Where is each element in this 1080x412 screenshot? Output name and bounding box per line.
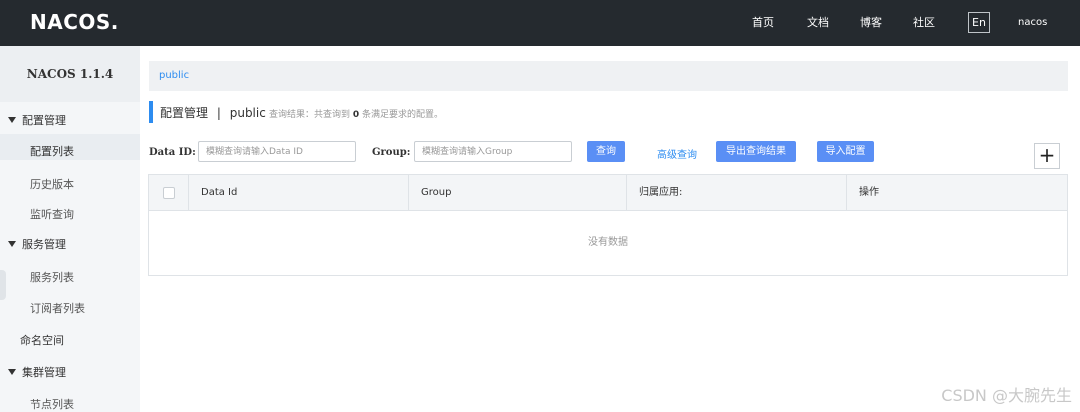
select-all-cell xyxy=(149,175,189,211)
language-toggle-button[interactable]: En xyxy=(968,12,990,33)
result-count: 0 xyxy=(352,110,360,120)
sidebar-item-listener-query[interactable]: 监听查询 xyxy=(30,206,74,222)
nav-docs-link[interactable]: 文档 xyxy=(807,0,829,46)
title-separator: | xyxy=(216,106,221,120)
add-config-button[interactable]: + xyxy=(1034,143,1060,169)
sidebar: NACOS 1.1.4 配置管理 配置列表 历史版本 监听查询 服务管理 服务列… xyxy=(0,46,140,412)
user-name[interactable]: nacos xyxy=(1018,0,1047,46)
query-button[interactable]: 查询 xyxy=(587,141,625,162)
plus-icon: + xyxy=(1038,143,1056,167)
sidebar-item-service-list[interactable]: 服务列表 xyxy=(30,269,74,285)
column-header-app: 归属应用: xyxy=(627,175,847,211)
column-header-group: Group xyxy=(409,175,627,211)
sidebar-group-service[interactable]: 服务管理 xyxy=(8,236,66,252)
query-result-summary: 查询结果：共查询到 0 条满足要求的配置。 xyxy=(269,107,443,120)
column-header-actions: 操作 xyxy=(859,187,879,198)
nav-home-link[interactable]: 首页 xyxy=(752,0,774,46)
nav-community-link[interactable]: 社区 xyxy=(913,0,935,46)
advanced-query-link[interactable]: 高级查询 xyxy=(657,146,697,161)
title-accent-bar xyxy=(149,101,153,123)
namespace-breadcrumb: public xyxy=(149,61,1068,91)
table-header: Data Id Group 归属应用: 操作 xyxy=(149,175,1067,211)
page-title-main: 配置管理 xyxy=(160,106,209,120)
sidebar-item-config-list[interactable]: 配置列表 xyxy=(30,143,74,159)
caret-down-icon xyxy=(8,241,16,247)
empty-table-message: 没有数据 xyxy=(588,237,628,248)
sidebar-group-config[interactable]: 配置管理 xyxy=(8,112,66,128)
nav-blog-link[interactable]: 博客 xyxy=(860,0,882,46)
page-title: 配置管理 | public xyxy=(160,104,266,121)
sidebar-item-history[interactable]: 历史版本 xyxy=(30,176,74,192)
caret-down-icon xyxy=(8,117,16,123)
sidebar-item-node-list[interactable]: 节点列表 xyxy=(30,396,74,412)
result-suffix: 条满足要求的配置。 xyxy=(362,110,444,120)
config-table: Data Id Group 归属应用: 操作 没有数据 xyxy=(148,174,1068,276)
sidebar-item-namespace[interactable]: 命名空间 xyxy=(20,332,64,348)
dataid-search-input[interactable] xyxy=(198,141,356,162)
sidebar-group-label: 集群管理 xyxy=(22,366,66,379)
sidebar-collapse-handle[interactable] xyxy=(0,270,6,300)
namespace-link[interactable]: public xyxy=(159,70,189,81)
sidebar-group-label: 配置管理 xyxy=(22,114,66,127)
dataid-label: Data ID: xyxy=(149,147,196,158)
import-config-button[interactable]: 导入配置 xyxy=(817,141,874,162)
version-label: NACOS 1.1.4 xyxy=(0,46,140,102)
caret-down-icon xyxy=(8,369,16,375)
watermark: CSDN @大腕先生 xyxy=(941,386,1072,405)
group-label: Group: xyxy=(372,147,411,158)
top-navbar: NACOS. 首页 文档 博客 社区 En nacos xyxy=(0,0,1080,46)
sidebar-group-label: 服务管理 xyxy=(22,238,66,251)
sidebar-group-cluster[interactable]: 集群管理 xyxy=(8,364,66,380)
page-title-namespace: public xyxy=(229,106,266,120)
group-search-input[interactable] xyxy=(414,141,572,162)
select-all-checkbox[interactable] xyxy=(163,187,175,199)
sidebar-item-subscriber-list[interactable]: 订阅者列表 xyxy=(30,300,85,316)
result-prefix: 查询结果：共查询到 xyxy=(269,110,351,120)
column-header-dataid: Data Id xyxy=(189,175,409,211)
nacos-logo[interactable]: NACOS. xyxy=(30,10,119,34)
export-results-button[interactable]: 导出查询结果 xyxy=(716,141,796,162)
